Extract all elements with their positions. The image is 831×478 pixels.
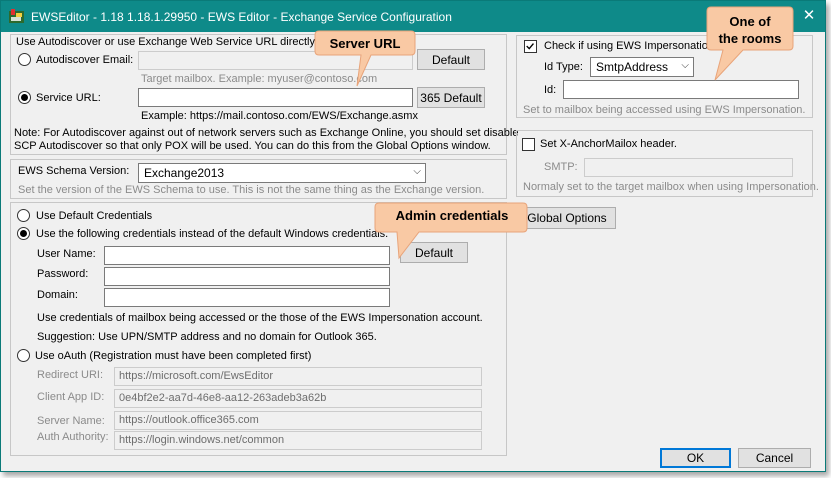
server-name-input[interactable]: https://outlook.office365.com xyxy=(114,411,482,430)
ok-button[interactable]: OK xyxy=(660,448,731,468)
impersonation-checkbox[interactable] xyxy=(524,40,537,53)
idtype-select[interactable]: SmtpAddress ⌵ xyxy=(590,57,694,77)
password-label: Password: xyxy=(37,268,89,280)
dialog-client-area: Use Autodiscover or use Exchange Web Ser… xyxy=(1,6,825,471)
impersonation-hint: Set to mailbox being accessed using EWS … xyxy=(523,104,806,116)
impersonation-id-label: Id: xyxy=(544,84,557,96)
anchor-mailbox-checkbox[interactable] xyxy=(522,138,535,151)
service-url-radio[interactable] xyxy=(18,91,31,104)
autodiscover-default-button[interactable]: Default xyxy=(417,49,485,70)
service-url-365-default-button[interactable]: 365 Default xyxy=(417,87,485,108)
server-url-callout: Server URL xyxy=(329,36,401,51)
cancel-button[interactable]: Cancel xyxy=(738,448,811,468)
checkmark-icon xyxy=(526,43,534,50)
rooms-callout-line2: the rooms xyxy=(718,31,782,46)
username-input[interactable] xyxy=(104,246,390,265)
following-credentials-label: Use the following credentials instead of… xyxy=(36,228,389,240)
username-label: User Name: xyxy=(37,248,96,260)
ewseditor-app-icon xyxy=(9,9,24,23)
server-name-label: Server Name: xyxy=(37,415,105,427)
close-icon[interactable]: ✕ xyxy=(803,7,816,24)
autodiscover-radio[interactable] xyxy=(18,53,31,66)
auth-authority-input[interactable]: https://login.windows.net/common xyxy=(114,431,482,450)
anchor-hint: Normaly set to the target mailbox when u… xyxy=(523,181,819,193)
rooms-callout-line1: One of xyxy=(729,14,771,29)
default-credentials-label: Use Default Credentials xyxy=(36,210,153,222)
title-bar[interactable]: EWSEditor - 1.18 1.18.1.29950 - EWS Edit… xyxy=(1,1,825,32)
impersonation-check-label: Check if using EWS Impersonation. xyxy=(544,40,718,52)
scp-note-line1: Note: For Autodiscover against out of ne… xyxy=(14,127,519,139)
anchor-smtp-label: SMTP: xyxy=(544,161,578,173)
anchor-mailbox-label: Set X-AnchorMailox header. xyxy=(540,138,677,150)
scp-note-line2: SCP Autodiscover so that only POX will b… xyxy=(14,140,491,152)
oauth-label: Use oAuth (Registration must have been c… xyxy=(35,350,312,362)
credentials-hint2: Suggestion: Use UPN/SMTP address and no … xyxy=(37,331,377,343)
close-button[interactable]: ✕ xyxy=(799,6,819,26)
autodiscover-heading: Use Autodiscover or use Exchange Web Ser… xyxy=(16,36,319,48)
autodiscover-email-label: Autodiscover Email: xyxy=(36,54,134,66)
chevron-down-icon: ⌵ xyxy=(413,166,421,177)
password-input[interactable] xyxy=(104,267,390,286)
schema-version-label: EWS Schema Version: xyxy=(18,165,130,177)
schema-version-hint: Set the version of the EWS Schema to use… xyxy=(18,184,485,196)
oauth-radio[interactable] xyxy=(17,349,30,362)
service-url-example: Example: https://mail.contoso.com/EWS/Ex… xyxy=(141,110,418,122)
schema-version-value: Exchange2013 xyxy=(144,166,225,180)
redirect-uri-label: Redirect URI: xyxy=(37,369,104,381)
impersonation-id-input[interactable] xyxy=(563,80,799,99)
service-url-label: Service URL: xyxy=(36,92,101,104)
window-title: EWSEditor - 1.18 1.18.1.29950 - EWS Edit… xyxy=(31,10,452,24)
redirect-uri-input[interactable]: https://microsoft.com/EwsEditor xyxy=(114,367,482,386)
dialog-window: EWSEditor - 1.18 1.18.1.29950 - EWS Edit… xyxy=(0,0,826,472)
auth-authority-label: Auth Authority: xyxy=(37,431,109,443)
domain-label: Domain: xyxy=(37,289,78,301)
admin-credentials-callout: Admin credentials xyxy=(395,208,509,223)
credentials-hint1: Use credentials of mailbox being accesse… xyxy=(37,312,483,324)
schema-version-select[interactable]: Exchange2013 ⌵ xyxy=(138,163,426,183)
client-app-id-label: Client App ID: xyxy=(37,391,105,403)
idtype-label: Id Type: xyxy=(544,61,583,73)
idtype-value: SmtpAddress xyxy=(596,60,669,74)
default-credentials-radio[interactable] xyxy=(17,209,30,222)
following-credentials-radio[interactable] xyxy=(17,227,30,240)
domain-input[interactable] xyxy=(104,288,390,307)
chevron-down-icon: ⌵ xyxy=(681,60,689,71)
anchor-smtp-input[interactable] xyxy=(584,158,793,177)
client-app-id-input[interactable]: 0e4bf2e2-aa7d-46e8-aa12-263adeb3a62b xyxy=(114,389,482,408)
